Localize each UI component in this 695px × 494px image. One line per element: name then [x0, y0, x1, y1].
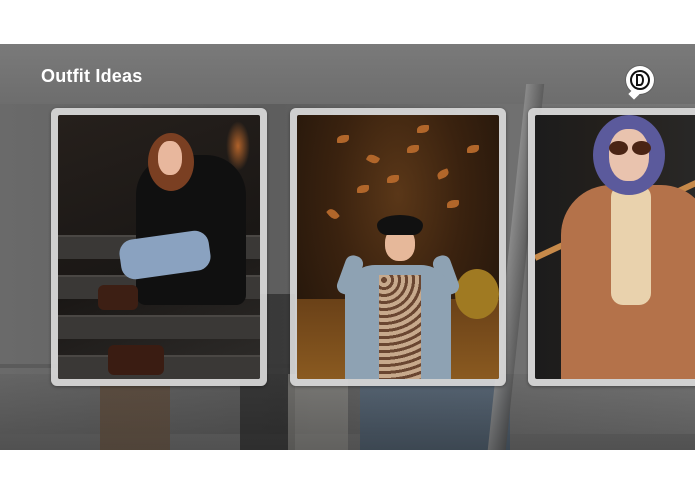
leaf: [467, 145, 479, 153]
boot: [98, 285, 138, 310]
outfit-card[interactable]: [290, 108, 506, 386]
face: [158, 141, 182, 175]
leaf: [417, 125, 429, 133]
black-hat: [377, 215, 423, 235]
leaf: [326, 206, 340, 222]
orange-coat-photo: [535, 115, 695, 379]
outfit-card[interactable]: [51, 108, 267, 386]
leaf: [387, 175, 399, 183]
leaf: [407, 145, 419, 153]
outfit-card[interactable]: [528, 108, 695, 386]
leaf: [337, 135, 349, 143]
stair-step: [58, 315, 260, 339]
leaf: [357, 185, 369, 193]
boot: [108, 345, 164, 375]
bush: [455, 269, 499, 319]
app-logo-icon[interactable]: [626, 66, 654, 100]
page-title: Outfit Ideas: [41, 66, 143, 86]
leaf: [447, 200, 459, 208]
carousel-screen: Outfit Ideas: [0, 44, 695, 450]
leaf: [435, 168, 451, 180]
sunglasses: [607, 141, 653, 155]
turtleneck: [611, 185, 651, 305]
face: [609, 129, 649, 181]
woman-on-stairs-photo: [58, 115, 260, 379]
autumn-leaves-photo: [297, 115, 499, 379]
leaf: [365, 152, 381, 166]
leopard-dress: [379, 275, 421, 379]
logo-mark-icon: [630, 70, 650, 90]
